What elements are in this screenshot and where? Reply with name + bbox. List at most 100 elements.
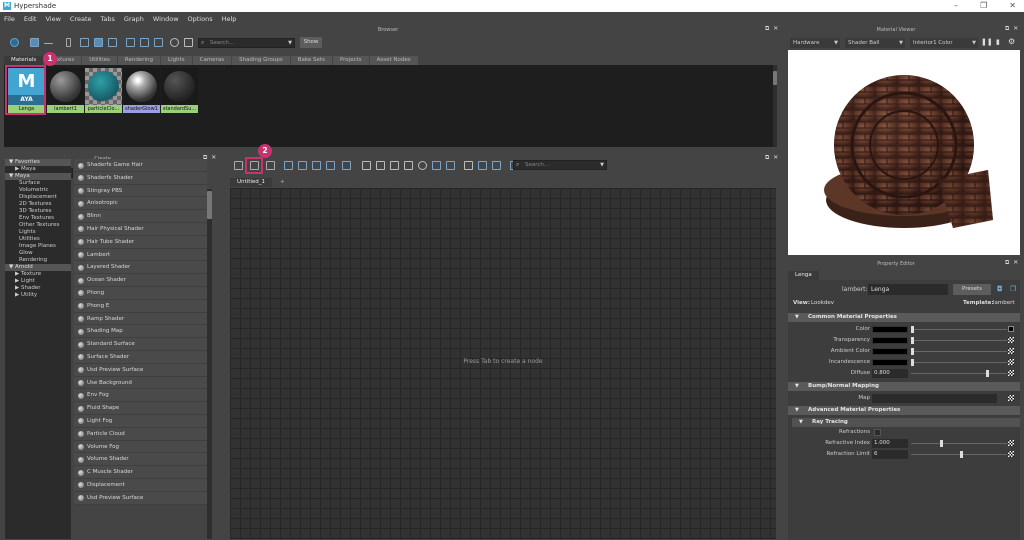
checker-map-icon[interactable]	[1008, 348, 1014, 354]
browser-panel-controls[interactable]: ⧉ ✕	[765, 25, 779, 33]
tab-lenga[interactable]: Lenga	[788, 271, 819, 280]
menu-file[interactable]: File	[4, 15, 15, 23]
tree-item[interactable]: Surface	[5, 180, 71, 187]
small-swatch-icon[interactable]	[80, 38, 89, 47]
tree-item[interactable]: Other Textures	[5, 222, 71, 229]
list-item[interactable]: Usd Preview Surface	[74, 491, 207, 505]
tree-item[interactable]: Rendering	[5, 257, 71, 264]
color-swatch[interactable]	[872, 326, 908, 333]
list-item[interactable]: Phong E	[74, 299, 207, 313]
sort-reverse-icon[interactable]	[184, 38, 193, 47]
section-ray-tracing[interactable]: ▼ Ray Tracing	[792, 418, 1020, 427]
tab-utilities[interactable]: Utilities	[82, 56, 117, 65]
sort-by-name-icon[interactable]	[126, 38, 135, 47]
color-slider-knob[interactable]	[911, 326, 914, 333]
tree-item[interactable]: ▶ Shader	[5, 285, 71, 292]
tree-item[interactable]: Lights	[5, 229, 71, 236]
tree-item[interactable]: ▼ Arnold	[5, 264, 71, 271]
menu-graph[interactable]: Graph	[124, 15, 144, 23]
list-item[interactable]: Light Fog	[74, 414, 207, 428]
menu-create[interactable]: Create	[70, 15, 92, 23]
menu-help[interactable]: Help	[222, 15, 237, 23]
list-item[interactable]: Lambert	[74, 248, 207, 262]
tree-item[interactable]: ▶ Maya	[5, 166, 71, 173]
add-tab-button[interactable]: +	[273, 178, 292, 187]
tab-bake-sets[interactable]: Bake Sets	[290, 56, 332, 65]
tree-item[interactable]: Image Planes	[5, 243, 71, 250]
tab-projects[interactable]: Projects	[332, 56, 369, 65]
list-item[interactable]: Volume Fog	[74, 440, 207, 454]
medium-swatch-icon[interactable]	[94, 38, 103, 47]
list-item[interactable]: Surface Shader	[74, 350, 207, 364]
tree-item[interactable]: ▼ Maya	[5, 173, 71, 180]
graph-materials-selected-icon[interactable]	[298, 161, 307, 170]
hash-icon[interactable]	[464, 161, 473, 170]
list-item[interactable]: Anisotropic	[74, 197, 207, 211]
geometry-dropdown[interactable]: Shader Ball ▼	[845, 38, 905, 48]
menu-edit[interactable]: Edit	[24, 15, 37, 23]
list-item[interactable]: Hair Physical Shader	[74, 222, 207, 236]
snap-grid-icon[interactable]	[446, 161, 455, 170]
diffuse-field[interactable]: 0.800	[872, 369, 908, 378]
as-icons-icon[interactable]	[30, 38, 39, 47]
tree-item[interactable]: ▶ Light	[5, 278, 71, 285]
list-item[interactable]: Ocean Shader	[74, 274, 207, 287]
tab-materials[interactable]: Materials	[4, 56, 44, 65]
menu-view[interactable]: View	[45, 15, 60, 23]
refraction-limit-field[interactable]: 6	[872, 450, 908, 459]
refresh-icon[interactable]	[170, 38, 179, 47]
connected-mode-icon[interactable]	[376, 161, 385, 170]
environment-dropdown[interactable]: Interior1 Color ▼	[910, 38, 978, 48]
tab-rendering[interactable]: Rendering	[117, 56, 161, 65]
list-item[interactable]: C Muscle Shader	[74, 466, 207, 479]
sort-by-type-icon[interactable]	[140, 38, 149, 47]
add-selected-icon[interactable]	[312, 161, 321, 170]
list-item[interactable]: Shading Map	[74, 325, 207, 339]
checker-map-icon[interactable]	[1008, 337, 1014, 343]
transparency-swatch[interactable]	[872, 337, 908, 344]
list-item[interactable]: Hair Tube Shader	[74, 235, 207, 249]
swatch-standardsurface[interactable]: standardSu...	[161, 68, 198, 114]
list-item[interactable]: Volume Shader	[74, 453, 207, 467]
chevron-down-icon[interactable]: ▼	[600, 161, 604, 169]
tree-item[interactable]: ▶ Texture	[5, 271, 71, 278]
tab-asset-nodes[interactable]: Asset Nodes	[369, 56, 418, 65]
property-editor-controls[interactable]: ⧉ ✕	[1005, 259, 1019, 267]
map-button[interactable]	[1008, 326, 1014, 332]
menu-options[interactable]: Options	[188, 15, 213, 23]
material-viewer-controls[interactable]: ⧉ ✕	[1005, 25, 1019, 33]
swatch-particlecloud[interactable]: particleClo...	[85, 68, 122, 114]
snapshot-icon[interactable]: ▮	[996, 38, 1000, 46]
create-list-scrollbar[interactable]	[207, 189, 212, 539]
refraction-limit-slider-knob[interactable]	[960, 451, 963, 458]
graph-search-input[interactable]: ⌕ Search... ▼	[513, 160, 607, 170]
simple-mode-icon[interactable]	[362, 161, 371, 170]
ambient-swatch[interactable]	[872, 348, 908, 355]
gear-icon[interactable]: ⚙	[1008, 37, 1015, 46]
list-item[interactable]: Shaderfx Game Hair	[74, 159, 207, 172]
list-item[interactable]: Particle Cloud	[74, 427, 207, 441]
swatch-shaderglow1[interactable]: shaderGlow1	[123, 68, 160, 114]
show-hide-icon[interactable]: ◘	[997, 285, 1003, 293]
tree-item[interactable]: Glow	[5, 250, 71, 257]
menu-tabs[interactable]: Tabs	[101, 15, 115, 23]
swatch-lambert1[interactable]: lambert1	[47, 68, 84, 114]
incandescence-slider-knob[interactable]	[911, 359, 914, 366]
remove-selected-icon[interactable]	[326, 161, 335, 170]
tab-untitled-1[interactable]: Untitled_1	[230, 178, 273, 187]
pause-icon[interactable]: ❚❚	[981, 38, 993, 46]
tree-item[interactable]: Env Textures	[5, 215, 71, 222]
output-connections-icon[interactable]	[266, 161, 275, 170]
show-button[interactable]: Show	[300, 37, 322, 48]
tree-item[interactable]: Displacement	[5, 194, 71, 201]
presets-button[interactable]: Presets	[953, 284, 991, 295]
highlight-icon[interactable]	[478, 161, 487, 170]
restore-icon[interactable]: ❐	[980, 1, 987, 10]
tree-item[interactable]: Utilities	[5, 236, 71, 243]
list-item[interactable]: Blinn	[74, 210, 207, 223]
tree-item[interactable]: 2D Textures	[5, 201, 71, 208]
grid-toggle-icon[interactable]	[432, 161, 441, 170]
tab-shading-groups[interactable]: Shading Groups	[232, 56, 290, 65]
full-mode-icon[interactable]	[390, 161, 399, 170]
minimize-icon[interactable]: –	[954, 1, 958, 10]
